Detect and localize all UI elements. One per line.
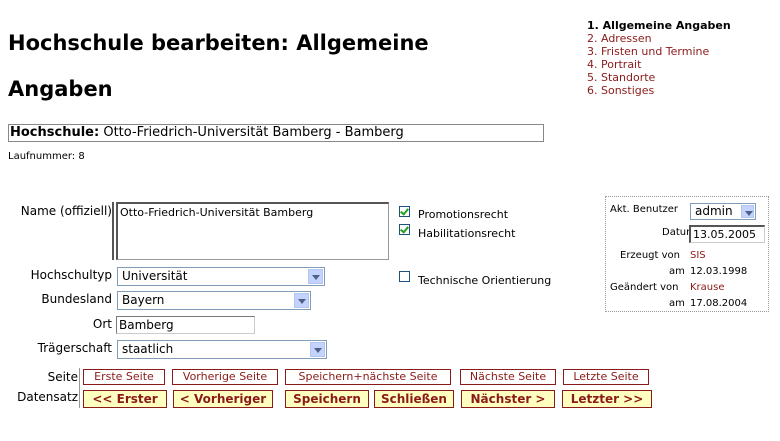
chevron-down-icon [310,342,325,357]
name-field-border [112,202,114,260]
laufnummer: Laufnummer: 8 [8,151,85,162]
erzeugt-label: Erzeugt von [620,250,680,261]
hochschultyp-label: Hochschultyp [30,268,112,282]
step-portrait[interactable]: 4. Portrait [587,58,731,71]
geaendert-am: 17.08.2004 [690,298,748,309]
vorherige-seite-button[interactable]: Vorherige Seite [172,369,278,385]
vorheriger-button[interactable]: < Vorheriger [173,390,273,408]
traegerschaft-value: staatlich [122,342,174,356]
hochschule-box: Hochschule: Otto-Friedrich-Universität B… [8,124,544,142]
datensatz-label: Datensatz [17,390,78,404]
naechster-button[interactable]: Nächster > [461,390,555,408]
datum-input[interactable]: 13.05.2005 [689,225,765,243]
step-sonstiges[interactable]: 6. Sonstiges [587,84,731,97]
hochschule-value: Otto-Friedrich-Universität Bamberg - Bam… [103,125,404,140]
ort-input[interactable]: Bamberg [116,316,255,334]
erste-seite-button[interactable]: Erste Seite [83,369,165,385]
step-navigation: 1. Allgemeine Angaben 2. Adressen 3. Fri… [587,19,731,97]
hochschule-label: Hochschule: [10,125,100,140]
benutzer-label: Akt. Benutzer [610,204,679,215]
traegerschaft-label: Trägerschaft [37,341,112,355]
traegerschaft-select[interactable]: staatlich [117,340,327,359]
erzeugt-user: SIS [690,250,706,261]
ort-label: Ort [92,317,112,331]
nav-divider [79,368,80,408]
benutzer-value: admin [695,204,733,218]
habilitationsrecht-checkbox[interactable] [399,224,410,235]
step-allgemeine-angaben: 1. Allgemeine Angaben [587,19,731,32]
geaendert-label: Geändert von [610,282,679,293]
name-textarea[interactable]: Otto-Friedrich-Universität Bamberg [116,202,389,260]
geaendert-user: Krause [690,282,725,293]
erzeugt-am: 12.03.1998 [690,266,748,277]
step-standorte[interactable]: 5. Standorte [587,71,731,84]
bundesland-label: Bundesland [41,292,112,306]
bundesland-value: Bayern [122,293,165,307]
hochschultyp-select[interactable]: Universität [117,267,325,286]
step-adressen[interactable]: 2. Adressen [587,32,731,45]
chevron-down-icon [294,293,309,308]
page-title: Hochschule bearbeiten: Allgemeine [8,31,429,55]
naechste-seite-button[interactable]: Nächste Seite [460,369,556,385]
hochschultyp-value: Universität [122,269,188,283]
erster-button[interactable]: << Erster [83,390,167,408]
chevron-down-icon [308,269,323,284]
promotionsrecht-checkbox[interactable] [399,206,410,217]
page-title-continued: Angaben [8,77,113,101]
technische-orientierung-label: Technische Orientierung [418,274,552,287]
letzter-button[interactable]: Letzter >> [562,390,652,408]
geaendert-am-label: am [669,298,685,309]
step-fristen-termine[interactable]: 3. Fristen und Termine [587,45,731,58]
promotionsrecht-label: Promotionsrecht [418,208,509,221]
benutzer-select[interactable]: admin [690,203,756,220]
name-label: Name (offiziell) [20,204,112,218]
erzeugt-am-label: am [669,266,685,277]
technische-orientierung-checkbox[interactable] [399,271,410,282]
habilitationsrecht-label: Habilitationsrecht [418,227,516,240]
chevron-down-icon [741,205,754,218]
speichern-button[interactable]: Speichern [285,390,369,408]
info-box: Akt. Benutzer admin Datum 13.05.2005 Erz… [605,196,769,312]
seite-label: Seite [47,370,78,384]
letzte-seite-button[interactable]: Letzte Seite [563,369,649,385]
speichern-naechste-seite-button[interactable]: Speichern+nächste Seite [285,369,451,385]
schliessen-button[interactable]: Schließen [374,390,454,408]
bundesland-select[interactable]: Bayern [117,291,311,310]
